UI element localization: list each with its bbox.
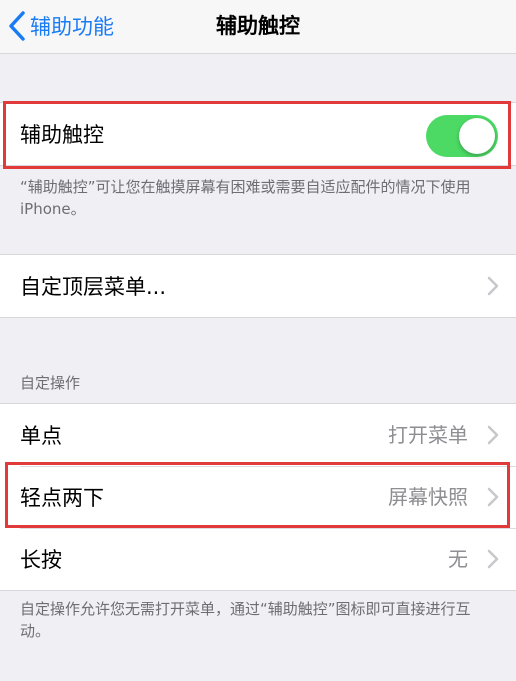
customize-menu-label: 自定顶层菜单... bbox=[20, 275, 167, 299]
single-tap-row[interactable]: 单点 打开菜单 bbox=[0, 404, 516, 466]
double-tap-label: 轻点两下 bbox=[20, 486, 104, 510]
double-tap-row[interactable]: 轻点两下 屏幕快照 bbox=[0, 466, 516, 528]
assistive-touch-toggle[interactable] bbox=[426, 115, 498, 157]
customize-menu-group: 自定顶层菜单... bbox=[0, 254, 516, 318]
chevron-right-icon bbox=[486, 276, 500, 296]
single-tap-label: 单点 bbox=[20, 424, 62, 448]
long-press-label: 长按 bbox=[20, 548, 62, 572]
chevron-right-icon bbox=[486, 487, 500, 507]
long-press-row[interactable]: 长按 无 bbox=[0, 528, 516, 590]
navigation-bar: 辅助功能 辅助触控 bbox=[0, 0, 516, 54]
chevron-right-icon bbox=[486, 549, 500, 569]
long-press-value: 无 bbox=[448, 547, 468, 571]
assistive-touch-group: 辅助触控 bbox=[0, 102, 516, 166]
chevron-right-icon bbox=[486, 425, 500, 445]
page-title: 辅助触控 bbox=[216, 14, 300, 38]
custom-actions-header: 自定操作 bbox=[20, 374, 81, 392]
single-tap-value: 打开菜单 bbox=[388, 423, 468, 447]
toggle-knob[interactable] bbox=[459, 118, 495, 154]
assistive-touch-row: 辅助触控 bbox=[0, 103, 516, 165]
custom-actions-group: 单点 打开菜单 轻点两下 屏幕快照 长按 无 bbox=[0, 403, 516, 591]
customize-menu-row[interactable]: 自定顶层菜单... bbox=[0, 255, 516, 317]
double-tap-value: 屏幕快照 bbox=[388, 485, 468, 509]
custom-actions-footnote: 自定操作允许您无需打开菜单，通过“辅助触控”图标即可直接进行互动。 bbox=[20, 600, 471, 640]
assistive-touch-label: 辅助触控 bbox=[20, 123, 104, 147]
assistive-touch-footnote: “辅助触控”可让您在触摸屏幕有困难或需要自适应配件的情况下使用 iPhone。 bbox=[20, 178, 471, 218]
